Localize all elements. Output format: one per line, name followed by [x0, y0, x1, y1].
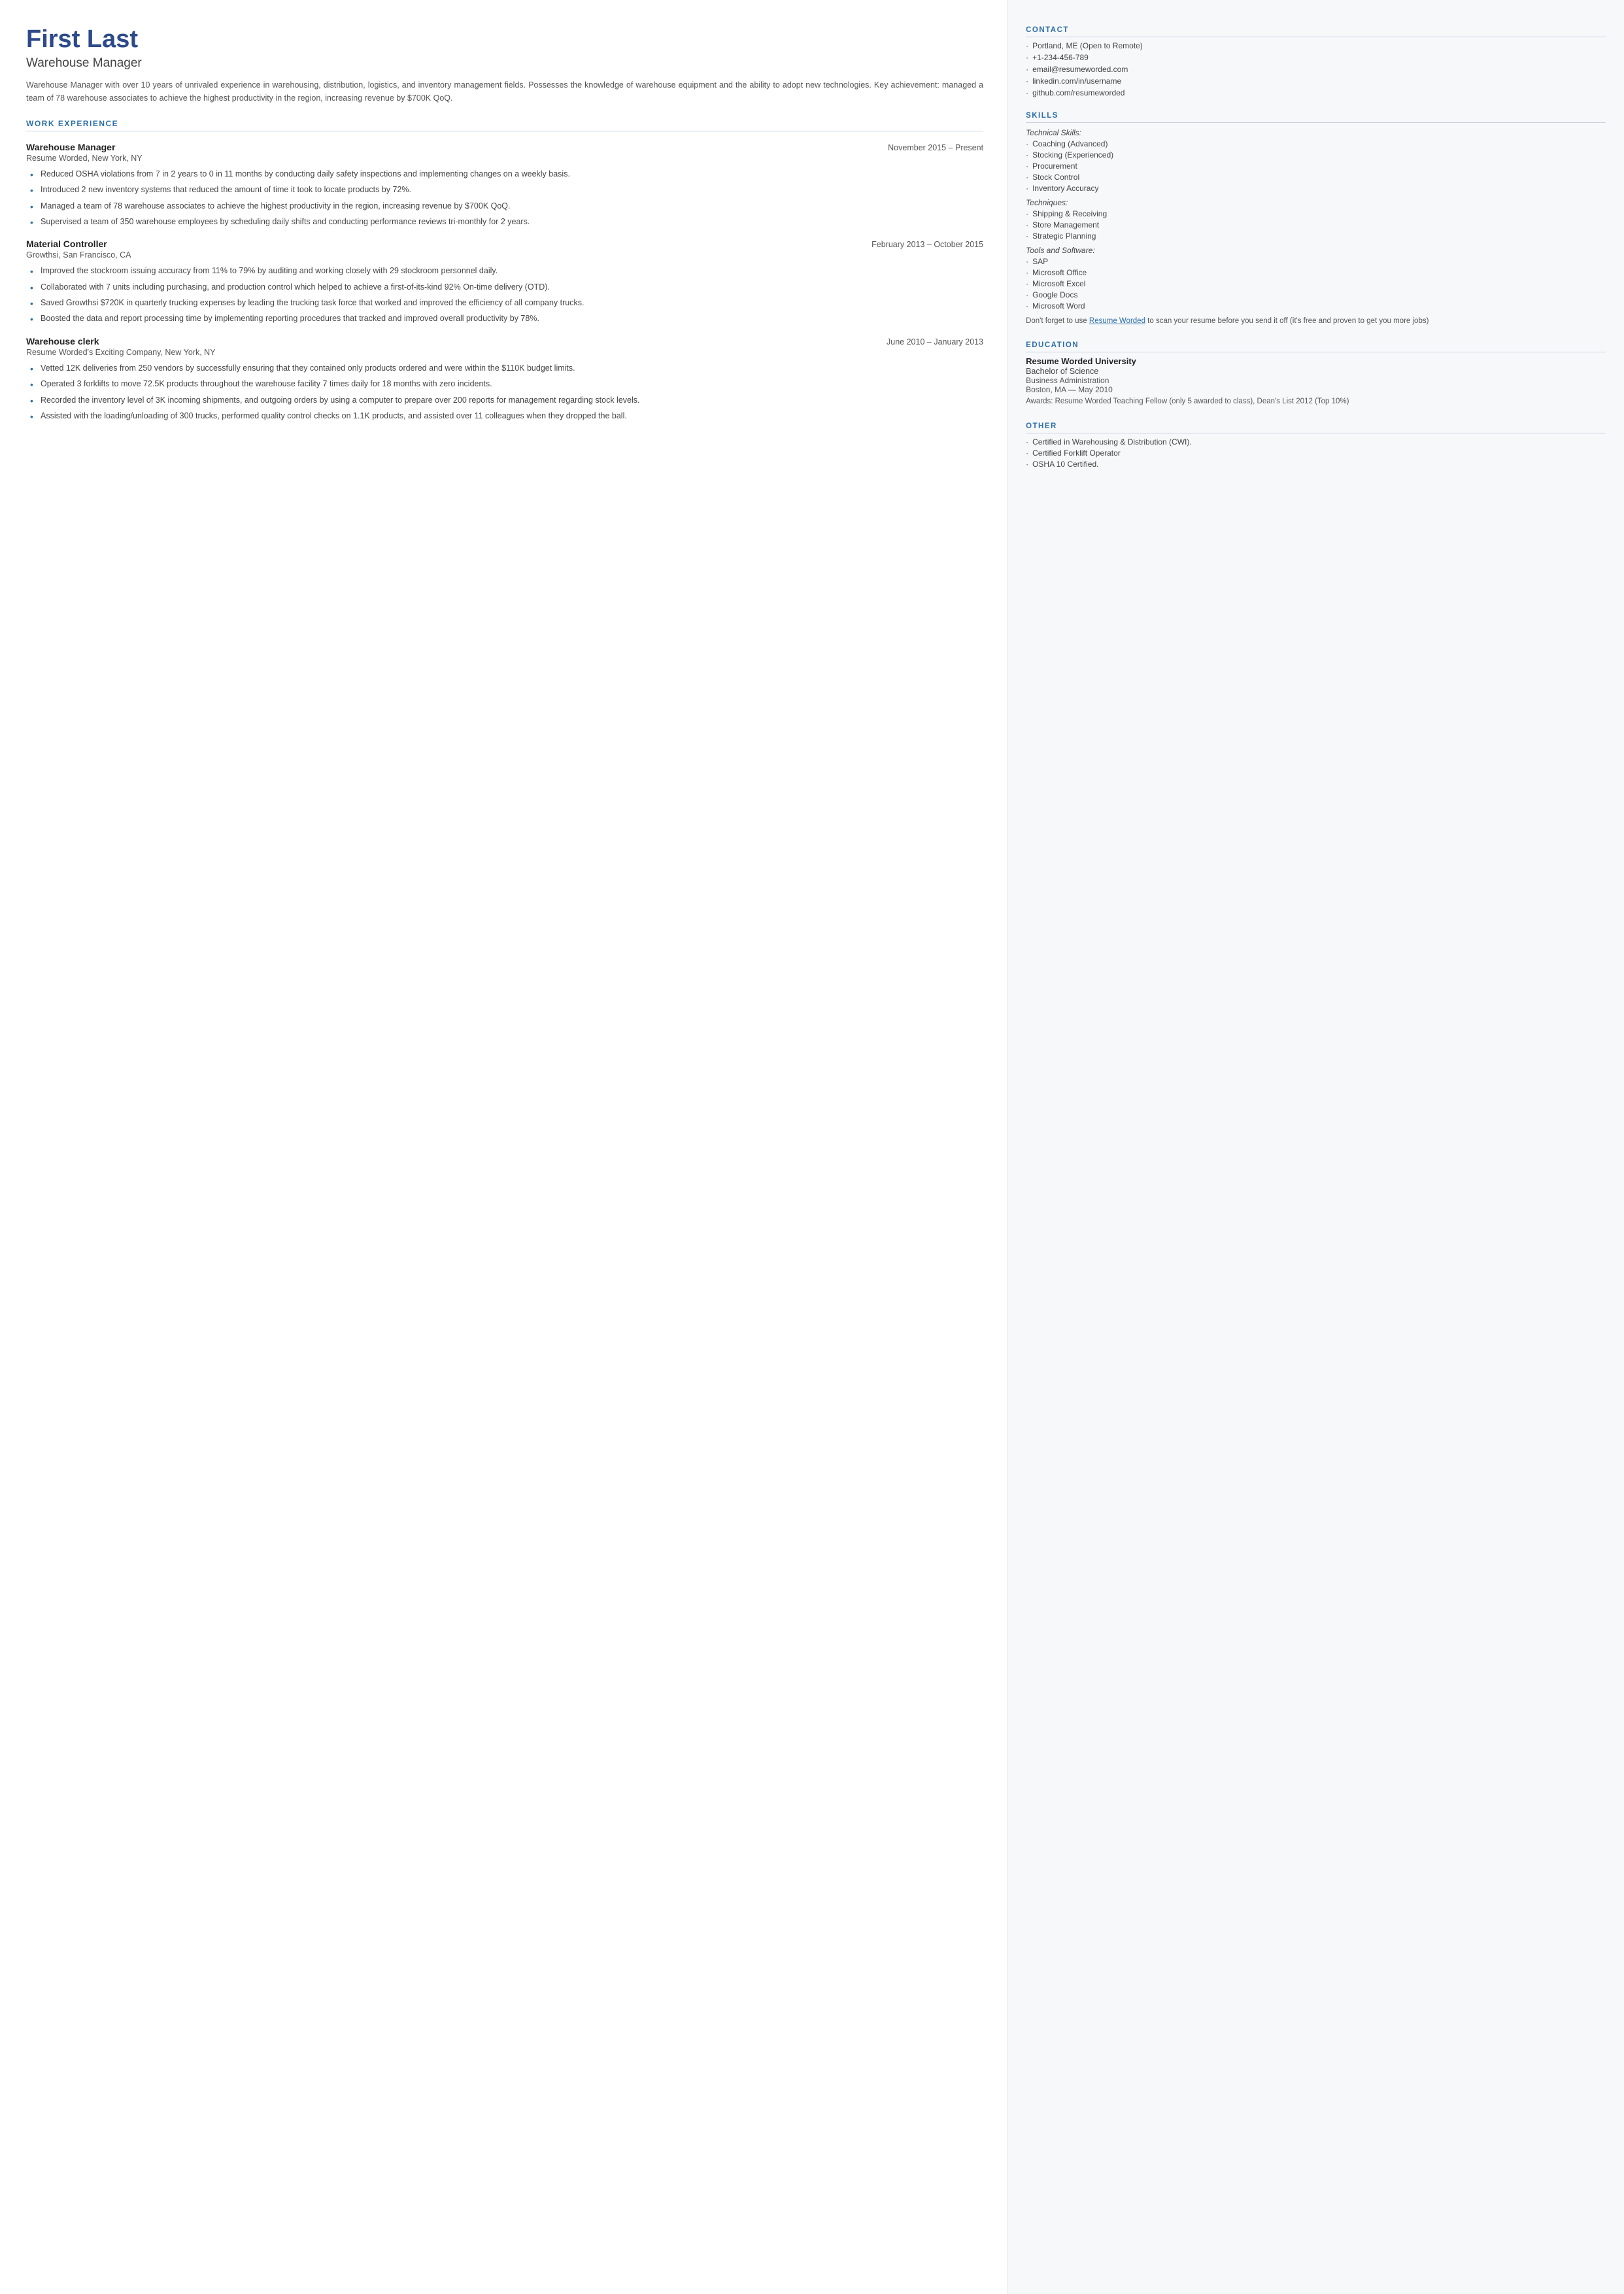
contact-phone: +1-234-456-789 [1026, 53, 1606, 62]
bullet-item: Vetted 12K deliveries from 250 vendors b… [29, 362, 983, 375]
skills-note-link-text: Resume Worded [1089, 317, 1145, 325]
other-item: OSHA 10 Certified. [1026, 460, 1606, 469]
bullet-item: Operated 3 forklifts to move 72.5K produ… [29, 378, 983, 390]
work-experience-section: WORK EXPERIENCE Warehouse Manager Novemb… [26, 119, 983, 423]
resume-header: First Last Warehouse Manager Warehouse M… [26, 26, 983, 105]
job-2: Material Controller February 2013 – Octo… [26, 239, 983, 326]
skill-item: Stocking (Experienced) [1026, 150, 1606, 160]
job-2-bullets: Improved the stockroom issuing accuracy … [29, 265, 983, 326]
job-3-dates: June 2010 – January 2013 [887, 337, 983, 346]
bullet-item: Supervised a team of 350 warehouse emplo… [29, 216, 983, 228]
tools-label: Tools and Software: [1026, 246, 1606, 255]
skills-note-prefix: Don't forget to use [1026, 317, 1089, 325]
education-heading: EDUCATION [1026, 341, 1606, 352]
other-item: Certified in Warehousing & Distribution … [1026, 437, 1606, 447]
education-section: EDUCATION Resume Worded University Bache… [1026, 341, 1606, 407]
job-2-header: Material Controller February 2013 – Octo… [26, 239, 983, 249]
contact-github: github.com/resumeworded [1026, 88, 1606, 97]
contact-linkedin: linkedin.com/in/username [1026, 76, 1606, 86]
bullet-item: Improved the stockroom issuing accuracy … [29, 265, 983, 277]
contact-list: Portland, ME (Open to Remote) +1-234-456… [1026, 41, 1606, 97]
education-entry-1: Resume Worded University Bachelor of Sci… [1026, 356, 1606, 407]
bullet-item: Introduced 2 new inventory systems that … [29, 184, 983, 196]
job-3: Warehouse clerk June 2010 – January 2013… [26, 336, 983, 423]
job-3-header: Warehouse clerk June 2010 – January 2013 [26, 336, 983, 346]
job-1-title: Warehouse Manager [26, 142, 115, 152]
other-section: OTHER Certified in Warehousing & Distrib… [1026, 422, 1606, 469]
job-1-dates: November 2015 – Present [888, 143, 983, 152]
resume-worded-link[interactable]: Resume Worded [1089, 317, 1145, 325]
edu-school-name: Resume Worded University [1026, 356, 1606, 366]
edu-location: Boston, MA — May 2010 [1026, 385, 1606, 394]
main-content: First Last Warehouse Manager Warehouse M… [0, 0, 1007, 2294]
candidate-title: Warehouse Manager [26, 56, 983, 71]
bullet-item: Assisted with the loading/unloading of 3… [29, 410, 983, 422]
skill-item: Stock Control [1026, 173, 1606, 182]
other-heading: OTHER [1026, 422, 1606, 433]
bullet-item: Managed a team of 78 warehouse associate… [29, 200, 983, 212]
bullet-item: Saved Growthsi $720K in quarterly trucki… [29, 297, 983, 309]
edu-field: Business Administration [1026, 376, 1606, 385]
job-1-bullets: Reduced OSHA violations from 7 in 2 year… [29, 168, 983, 229]
bullet-item: Recorded the inventory level of 3K incom… [29, 394, 983, 407]
skill-item: Microsoft Word [1026, 301, 1606, 311]
sidebar: CONTACT Portland, ME (Open to Remote) +1… [1007, 0, 1624, 2294]
contact-email: email@resumeworded.com [1026, 65, 1606, 74]
skills-note-suffix: to scan your resume before you send it o… [1145, 317, 1429, 325]
job-1-header: Warehouse Manager November 2015 – Presen… [26, 142, 983, 152]
job-3-company: Resume Worded's Exciting Company, New Yo… [26, 348, 983, 357]
other-list: Certified in Warehousing & Distribution … [1026, 437, 1606, 469]
skill-item: Procurement [1026, 161, 1606, 171]
contact-section: CONTACT Portland, ME (Open to Remote) +1… [1026, 26, 1606, 97]
bullet-item: Boosted the data and report processing t… [29, 312, 983, 325]
skill-item: Microsoft Excel [1026, 279, 1606, 288]
candidate-name: First Last [26, 26, 983, 54]
skill-item: Microsoft Office [1026, 268, 1606, 277]
job-1: Warehouse Manager November 2015 – Presen… [26, 142, 983, 229]
technical-skills-list: Coaching (Advanced) Stocking (Experience… [1026, 139, 1606, 193]
skills-heading: SKILLS [1026, 112, 1606, 123]
work-experience-heading: WORK EXPERIENCE [26, 119, 983, 131]
skills-section: SKILLS Technical Skills: Coaching (Advan… [1026, 112, 1606, 327]
candidate-summary: Warehouse Manager with over 10 years of … [26, 78, 983, 105]
job-2-title: Material Controller [26, 239, 107, 249]
contact-location: Portland, ME (Open to Remote) [1026, 41, 1606, 50]
skill-item: Store Management [1026, 220, 1606, 229]
skill-item: Coaching (Advanced) [1026, 139, 1606, 148]
contact-heading: CONTACT [1026, 26, 1606, 37]
skill-item: Shipping & Receiving [1026, 209, 1606, 218]
skill-item: Strategic Planning [1026, 231, 1606, 241]
job-2-company: Growthsi, San Francisco, CA [26, 250, 983, 260]
bullet-item: Collaborated with 7 units including purc… [29, 281, 983, 294]
job-1-company: Resume Worded, New York, NY [26, 154, 983, 163]
skill-item: SAP [1026, 257, 1606, 266]
techniques-list: Shipping & Receiving Store Management St… [1026, 209, 1606, 241]
edu-awards: Awards: Resume Worded Teaching Fellow (o… [1026, 396, 1606, 407]
technical-skills-label: Technical Skills: [1026, 128, 1606, 137]
job-3-title: Warehouse clerk [26, 336, 99, 346]
tools-list: SAP Microsoft Office Microsoft Excel Goo… [1026, 257, 1606, 311]
bullet-item: Reduced OSHA violations from 7 in 2 year… [29, 168, 983, 180]
edu-degree: Bachelor of Science [1026, 367, 1606, 376]
skills-note: Don't forget to use Resume Worded to sca… [1026, 316, 1606, 327]
techniques-label: Techniques: [1026, 198, 1606, 207]
skill-item: Google Docs [1026, 290, 1606, 299]
other-item: Certified Forklift Operator [1026, 448, 1606, 458]
job-2-dates: February 2013 – October 2015 [871, 240, 983, 249]
skill-item: Inventory Accuracy [1026, 184, 1606, 193]
job-3-bullets: Vetted 12K deliveries from 250 vendors b… [29, 362, 983, 423]
